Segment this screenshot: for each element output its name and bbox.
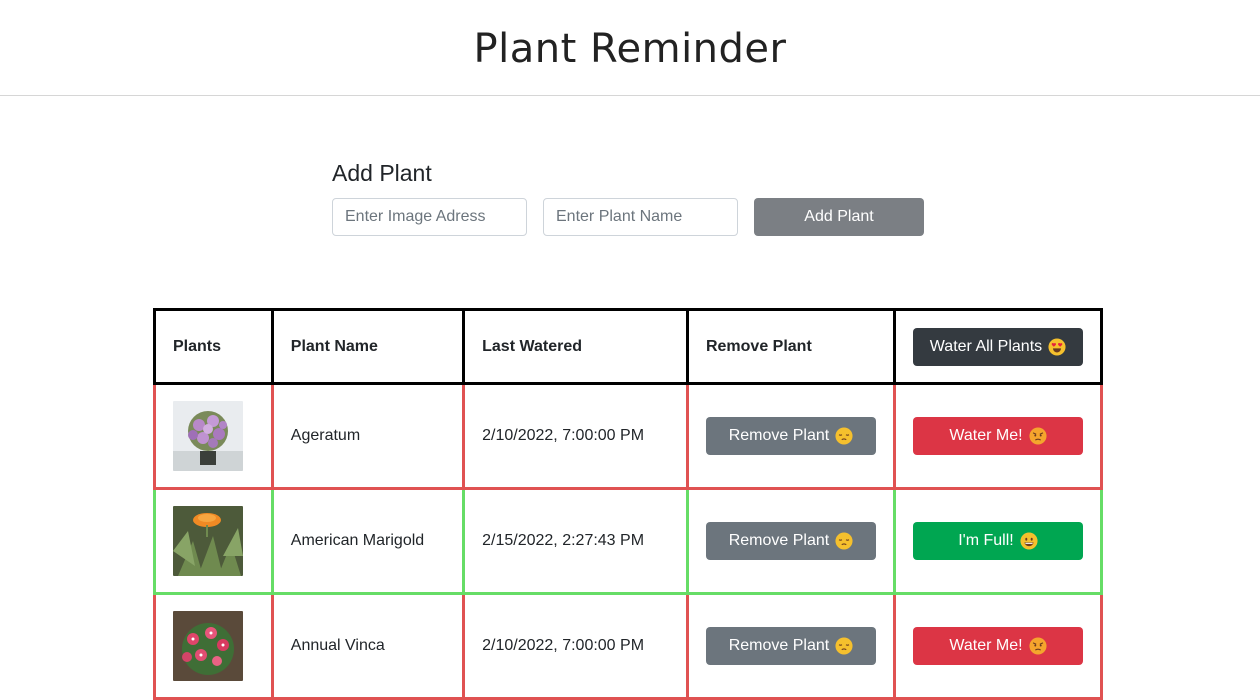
plant-name-input[interactable] (543, 198, 738, 236)
last-watered-cell: 2/10/2022, 7:00:00 PM (462, 592, 689, 700)
plant-name-cell: Ageratum (270, 382, 466, 490)
remove-cell: Remove Plant (685, 382, 896, 490)
add-plant-heading: Add Plant (332, 160, 432, 186)
header-water-all: Water All Plants (892, 308, 1104, 385)
plant-name-cell: American Marigold (270, 487, 466, 595)
grinning-face-emoji-icon (1020, 532, 1038, 550)
header-plant-name: Plant Name (270, 308, 466, 385)
table-header-row: Plants Plant Name Last Watered Remove Pl… (153, 308, 1104, 385)
american-marigold-plant-image (173, 506, 243, 576)
remove-plant-label: Remove Plant (728, 427, 830, 444)
pensive-face-emoji-icon (835, 532, 853, 550)
annual-vinca-plant-image (173, 611, 243, 681)
status-cell: I'm Full! (892, 487, 1104, 595)
status-cell: Water Me! (892, 382, 1104, 490)
remove-plant-button[interactable]: Remove Plant (705, 522, 876, 560)
water-me-button[interactable]: Water Me! (912, 627, 1083, 665)
add-plant-section: Add Plant (332, 160, 432, 187)
table-row: American Marigold 2/15/2022, 2:27:43 PM … (153, 487, 1104, 595)
remove-plant-button[interactable]: Remove Plant (705, 627, 876, 665)
image-address-input[interactable] (332, 198, 527, 236)
pensive-face-emoji-icon (835, 637, 853, 655)
plant-image-cell (153, 592, 274, 700)
page-title: Plant Reminder (473, 25, 787, 72)
ageratum-plant-image (173, 401, 243, 471)
last-watered-cell: 2/10/2022, 7:00:00 PM (462, 382, 689, 490)
add-plant-button[interactable]: Add Plant (754, 198, 924, 236)
remove-cell: Remove Plant (685, 592, 896, 700)
table-row: Ageratum 2/10/2022, 7:00:00 PM Remove Pl… (153, 382, 1104, 490)
angry-face-emoji-icon (1029, 637, 1047, 655)
add-plant-form: Add Plant (332, 198, 924, 236)
app-header: Plant Reminder (0, 0, 1260, 96)
water-all-plants-button[interactable]: Water All Plants (912, 327, 1083, 366)
remove-plant-label: Remove Plant (728, 532, 830, 549)
remove-plant-label: Remove Plant (728, 637, 830, 654)
water-me-label: Water Me! (949, 637, 1023, 654)
plant-image-cell (153, 382, 274, 490)
water-me-button[interactable]: Water Me! (912, 417, 1083, 455)
im-full-label: I'm Full! (958, 532, 1014, 549)
heart-eyes-emoji-icon (1048, 337, 1066, 356)
angry-face-emoji-icon (1029, 427, 1047, 445)
header-plants: Plants (153, 308, 274, 385)
header-last-watered: Last Watered (462, 308, 689, 385)
plant-name-cell: Annual Vinca (270, 592, 466, 700)
last-watered-cell: 2/15/2022, 2:27:43 PM (462, 487, 689, 595)
plants-table: Plants Plant Name Last Watered Remove Pl… (153, 308, 1104, 700)
status-cell: Water Me! (892, 592, 1104, 700)
im-full-button[interactable]: I'm Full! (912, 522, 1083, 560)
pensive-face-emoji-icon (835, 427, 853, 445)
header-remove-plant: Remove Plant (685, 308, 896, 385)
plant-image-cell (153, 487, 274, 595)
water-me-label: Water Me! (949, 427, 1023, 444)
water-all-label: Water All Plants (929, 337, 1043, 355)
remove-plant-button[interactable]: Remove Plant (705, 417, 876, 455)
remove-cell: Remove Plant (685, 487, 896, 595)
table-row: Annual Vinca 2/10/2022, 7:00:00 PM Remov… (153, 592, 1104, 700)
